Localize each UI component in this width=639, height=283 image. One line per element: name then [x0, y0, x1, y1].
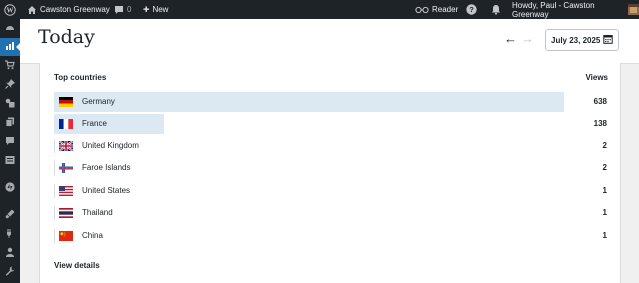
sidebar-item-dashboard[interactable] [0, 19, 20, 37]
wordpress-logo-icon: W [4, 3, 16, 16]
admin-bar: W Cawston Greenway 0 + New Reader ? Howd… [0, 0, 639, 19]
sidebar-item-comments[interactable] [0, 133, 20, 151]
new-label: New [152, 5, 169, 14]
country-row-france[interactable]: France 138 [54, 114, 607, 134]
country-row-united-states[interactable]: United States 1 [54, 181, 607, 201]
appearance-icon [5, 206, 15, 224]
flag-germany-icon [59, 97, 73, 107]
next-period-button[interactable]: → [521, 31, 534, 46]
plugins-icon [5, 225, 15, 243]
sidebar-item-stats[interactable] [0, 38, 20, 56]
sidebar-item-pages[interactable] [0, 114, 20, 132]
pin-icon [5, 76, 15, 94]
dashboard-icon [5, 19, 15, 37]
stats-icon [5, 38, 15, 56]
site-name-link[interactable]: Cawston Greenway [27, 0, 110, 19]
flag-thailand-icon [59, 208, 73, 218]
views-bar [54, 161, 55, 175]
sidebar-item-plugins[interactable] [0, 225, 20, 243]
help-button[interactable]: ? [466, 0, 477, 19]
flag-united-states-icon [59, 186, 73, 196]
howdy-label: Howdy, Paul - Cawston Greenway [512, 0, 595, 19]
views-bar [54, 206, 55, 220]
flag-france-icon [59, 119, 73, 129]
reader-glasses-icon [415, 6, 429, 14]
country-views: 638 [593, 97, 607, 106]
country-name: Thailand [82, 208, 113, 217]
site-name-label: Cawston Greenway [40, 5, 110, 14]
country-name: China [82, 231, 103, 240]
comment-bubble-icon [114, 5, 124, 15]
bell-icon [491, 4, 501, 15]
media-icon [5, 95, 15, 113]
jetpack-icon [5, 179, 15, 197]
top-countries-heading: Top countries [54, 73, 107, 82]
views-bar [54, 184, 55, 198]
views-bar [54, 229, 55, 243]
calendar-icon [603, 34, 613, 46]
new-content-button[interactable]: + New [143, 0, 168, 19]
country-name: Germany [82, 97, 115, 106]
tools-icon [5, 263, 15, 281]
sidebar-item-users[interactable] [0, 244, 20, 262]
comments-count: 0 [127, 5, 132, 14]
account-menu[interactable]: Howdy, Paul - Cawston Greenway [512, 0, 639, 19]
views-bar [54, 139, 55, 153]
plus-icon: + [143, 3, 150, 16]
views-bar [54, 92, 564, 112]
avatar [628, 4, 639, 15]
date-picker-button[interactable]: July 23, 2025 [545, 29, 619, 51]
previous-period-button[interactable]: ← [504, 31, 517, 46]
reader-link[interactable]: Reader [415, 0, 458, 19]
comments-icon [5, 133, 15, 151]
flag-china-icon [59, 231, 73, 241]
arrow-left-icon: ← [504, 31, 517, 46]
feedback-icon [5, 152, 15, 170]
sidebar-item-store[interactable] [0, 57, 20, 75]
country-row-thailand[interactable]: Thailand 1 [54, 203, 607, 223]
admin-sidebar [0, 19, 20, 283]
country-views: 2 [602, 141, 607, 150]
country-name: United States [82, 186, 131, 195]
stats-header: Today ← → July 23, 2025 [20, 19, 639, 64]
country-views: 2 [602, 163, 607, 172]
help-icon: ? [466, 4, 477, 15]
sidebar-item-feedback[interactable] [0, 152, 20, 170]
country-views: 1 [602, 208, 607, 217]
notifications-button[interactable] [491, 0, 501, 19]
view-details-link[interactable]: View details [54, 261, 100, 270]
country-name: Faroe Islands [82, 163, 131, 172]
reader-label: Reader [432, 5, 459, 14]
date-label: July 23, 2025 [551, 35, 601, 45]
country-views: 1 [602, 231, 607, 240]
country-views: 138 [593, 119, 607, 128]
country-row-united-kingdom[interactable]: United Kingdom 2 [54, 136, 607, 156]
comments-link[interactable]: 0 [114, 0, 131, 19]
home-icon [27, 5, 37, 15]
country-row-germany[interactable]: Germany 638 [54, 92, 607, 112]
users-icon [5, 244, 15, 262]
sidebar-item-jetpack[interactable] [0, 179, 20, 197]
store-icon [5, 57, 15, 75]
flag-faroe-islands-icon [59, 163, 73, 173]
flag-united-kingdom-icon [59, 141, 73, 151]
svg-text:?: ? [469, 5, 474, 14]
top-countries-card: Top countries Views Germany 638 France 1… [39, 63, 621, 283]
country-name: France [82, 119, 107, 128]
country-row-faroe-islands[interactable]: Faroe Islands 2 [54, 158, 607, 178]
pages-icon [5, 114, 15, 132]
country-name: United Kingdom [82, 141, 139, 150]
sidebar-item-tools[interactable] [0, 263, 20, 281]
sidebar-item-appearance[interactable] [0, 206, 20, 224]
sidebar-item-media[interactable] [0, 95, 20, 113]
country-row-china[interactable]: China 1 [54, 226, 607, 246]
arrow-right-icon: → [521, 31, 534, 46]
wordpress-logo-button[interactable]: W [4, 0, 16, 19]
sidebar-item-posts[interactable] [0, 76, 20, 94]
views-column-heading: Views [585, 73, 608, 82]
page-title: Today [38, 26, 95, 48]
country-views: 1 [602, 186, 607, 195]
svg-text:W: W [7, 6, 14, 14]
